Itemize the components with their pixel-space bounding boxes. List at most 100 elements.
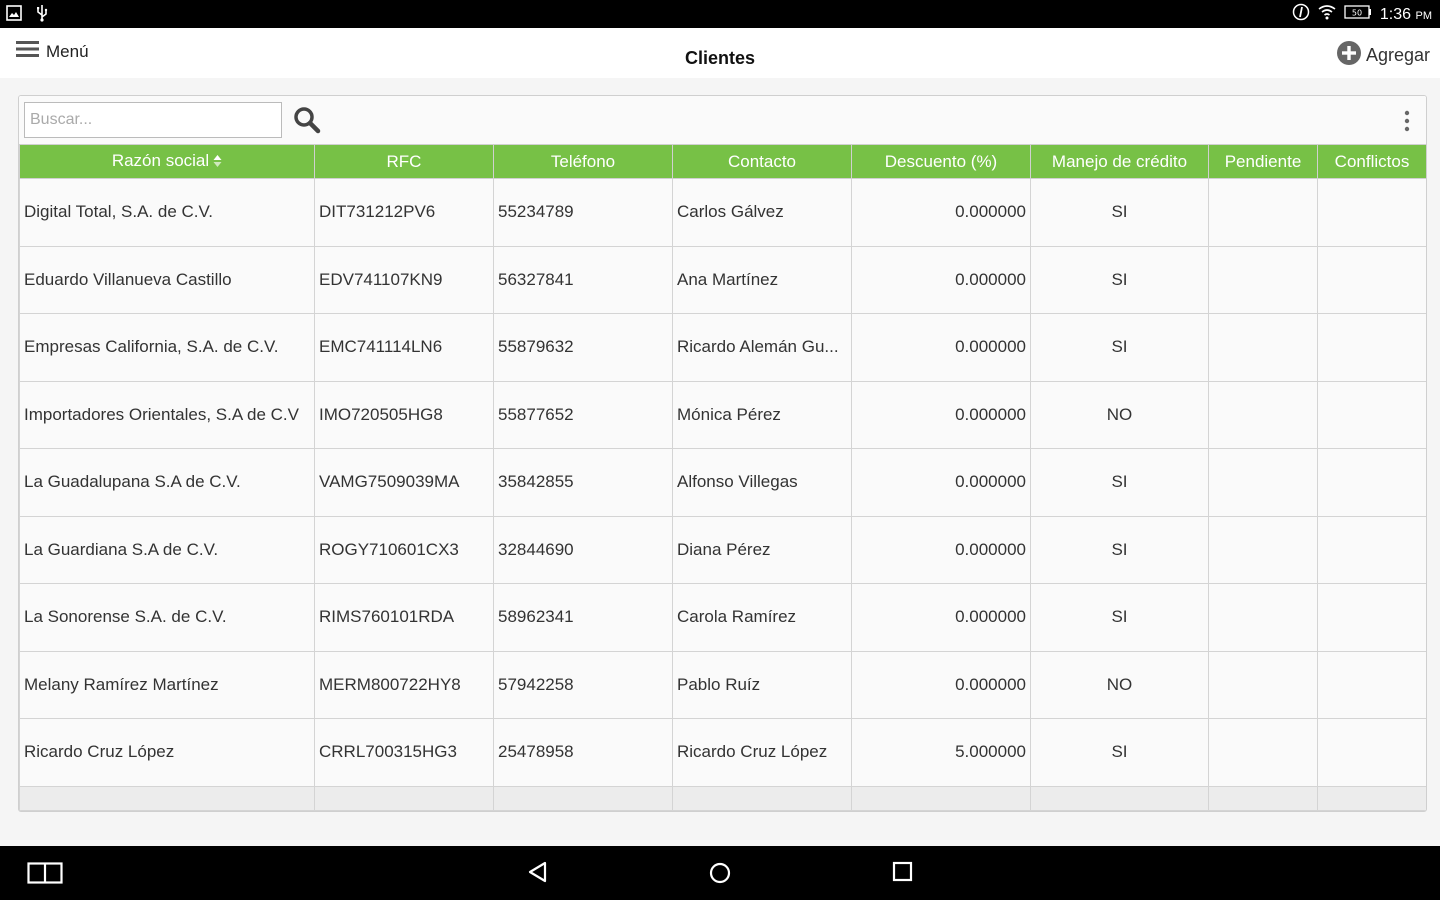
column-header-manejo-credito[interactable]: Manejo de crédito bbox=[1030, 144, 1209, 179]
footer-cell bbox=[493, 785, 673, 811]
cell-descuento: 0.000000 bbox=[851, 448, 1031, 517]
clock: 1:36 PM bbox=[1379, 5, 1432, 23]
footer-cell bbox=[1208, 785, 1318, 811]
back-icon[interactable] bbox=[527, 861, 549, 888]
cell-razon-social: La Sonorense S.A. de C.V. bbox=[19, 583, 315, 652]
column-header-descuento[interactable]: Descuento (%) bbox=[851, 144, 1031, 179]
cell-conflictos bbox=[1317, 448, 1426, 517]
cell-conflictos bbox=[1317, 718, 1426, 787]
cell-conflictos bbox=[1317, 583, 1426, 652]
cell-rfc: EMC741114LN6 bbox=[314, 313, 494, 382]
battery-icon: 50 bbox=[1344, 5, 1372, 24]
cell-telefono: 55877652 bbox=[493, 380, 673, 449]
usb-icon bbox=[34, 4, 50, 27]
cell-razon-social: La Guardiana S.A de C.V. bbox=[19, 515, 315, 584]
cell-rfc: MERM800722HY8 bbox=[314, 650, 494, 719]
table-row[interactable]: La Sonorense S.A. de C.V. RIMS760101RDA 58… bbox=[19, 583, 1426, 652]
footer-cell bbox=[1317, 785, 1426, 811]
cell-telefono: 58962341 bbox=[493, 583, 673, 652]
cell-telefono: 55234789 bbox=[493, 178, 673, 247]
cell-pendiente bbox=[1208, 313, 1318, 382]
more-vert-icon[interactable] bbox=[1404, 110, 1410, 137]
cell-rfc: ROGY710601CX3 bbox=[314, 515, 494, 584]
column-header-pendiente[interactable]: Pendiente bbox=[1208, 144, 1318, 179]
add-button[interactable]: Agregar bbox=[1336, 40, 1430, 71]
cell-pendiente bbox=[1208, 380, 1318, 449]
table-row[interactable]: Ricardo Cruz López CRRL700315HG3 25478958 R… bbox=[19, 718, 1426, 787]
sort-icon bbox=[213, 152, 222, 172]
grid-toolbar bbox=[19, 96, 1426, 144]
cell-manejo-credito: SI bbox=[1030, 515, 1209, 584]
footer-cell bbox=[19, 785, 315, 811]
cell-rfc: CRRL700315HG3 bbox=[314, 718, 494, 787]
column-header-razon-social[interactable]: Razón social bbox=[19, 144, 315, 179]
cell-razon-social: Melany Ramírez Martínez bbox=[19, 650, 315, 719]
cell-contacto: Mónica Pérez bbox=[672, 380, 852, 449]
table-header-row: Razón social RFC Teléfono Contacto Descu… bbox=[19, 144, 1426, 179]
cell-descuento: 0.000000 bbox=[851, 380, 1031, 449]
multiwindow-icon[interactable] bbox=[27, 862, 63, 889]
clients-table: Razón social RFC Teléfono Contacto Descu… bbox=[19, 144, 1426, 811]
cell-contacto: Diana Pérez bbox=[672, 515, 852, 584]
cell-pendiente bbox=[1208, 583, 1318, 652]
column-header-telefono[interactable]: Teléfono bbox=[493, 144, 673, 179]
cell-razon-social: Empresas California, S.A. de C.V. bbox=[19, 313, 315, 382]
table-row[interactable]: Digital Total, S.A. de C.V. DIT731212PV6 5… bbox=[19, 178, 1426, 247]
table-row[interactable]: Melany Ramírez Martínez MERM800722HY8 5794… bbox=[19, 650, 1426, 719]
svg-text:50: 50 bbox=[1352, 9, 1362, 18]
cell-descuento: 0.000000 bbox=[851, 515, 1031, 584]
image-icon bbox=[6, 5, 22, 26]
cell-manejo-credito: SI bbox=[1030, 583, 1209, 652]
cell-pendiente bbox=[1208, 245, 1318, 314]
cell-manejo-credito: SI bbox=[1030, 448, 1209, 517]
cell-contacto: Pablo Ruíz bbox=[672, 650, 852, 719]
cell-manejo-credito: NO bbox=[1030, 380, 1209, 449]
cell-contacto: Alfonso Villegas bbox=[672, 448, 852, 517]
navigation-bar bbox=[0, 846, 1440, 900]
cell-contacto: Ricardo Alemán Gu... bbox=[672, 313, 852, 382]
cell-rfc: RIMS760101RDA bbox=[314, 583, 494, 652]
home-icon[interactable] bbox=[708, 861, 732, 890]
cell-rfc: IMO720505HG8 bbox=[314, 380, 494, 449]
info-icon bbox=[1292, 3, 1310, 26]
cell-contacto: Carlos Gálvez bbox=[672, 178, 852, 247]
cell-telefono: 35842855 bbox=[493, 448, 673, 517]
cell-descuento: 5.000000 bbox=[851, 718, 1031, 787]
cell-descuento: 0.000000 bbox=[851, 650, 1031, 719]
cell-rfc: EDV741107KN9 bbox=[314, 245, 494, 314]
cell-conflictos bbox=[1317, 380, 1426, 449]
cell-razon-social: Digital Total, S.A. de C.V. bbox=[19, 178, 315, 247]
search-icon[interactable] bbox=[293, 106, 321, 139]
cell-conflictos bbox=[1317, 178, 1426, 247]
cell-pendiente bbox=[1208, 178, 1318, 247]
cell-razon-social: La Guadalupana S.A de C.V. bbox=[19, 448, 315, 517]
cell-telefono: 25478958 bbox=[493, 718, 673, 787]
table-row[interactable]: Eduardo Villanueva Castillo EDV741107KN9 5… bbox=[19, 245, 1426, 314]
search-input[interactable] bbox=[24, 102, 282, 138]
cell-conflictos bbox=[1317, 515, 1426, 584]
cell-pendiente bbox=[1208, 718, 1318, 787]
footer-cell bbox=[314, 785, 494, 811]
table-row[interactable]: Empresas California, S.A. de C.V. EMC7411… bbox=[19, 313, 1426, 382]
table-row[interactable]: Importadores Orientales, S.A de C.V IMO72… bbox=[19, 380, 1426, 449]
cell-telefono: 32844690 bbox=[493, 515, 673, 584]
footer-cell bbox=[1030, 785, 1209, 811]
cell-manejo-credito: NO bbox=[1030, 650, 1209, 719]
table-row[interactable]: La Guardiana S.A de C.V. ROGY710601CX3 328… bbox=[19, 515, 1426, 584]
cell-descuento: 0.000000 bbox=[851, 313, 1031, 382]
clients-panel: Razón social RFC Teléfono Contacto Descu… bbox=[18, 95, 1427, 812]
cell-manejo-credito: SI bbox=[1030, 245, 1209, 314]
table-row[interactable]: La Guadalupana S.A de C.V. VAMG7509039MA 3… bbox=[19, 448, 1426, 517]
cell-pendiente bbox=[1208, 448, 1318, 517]
column-header-rfc[interactable]: RFC bbox=[314, 144, 494, 179]
footer-cell bbox=[672, 785, 852, 811]
column-header-contacto[interactable]: Contacto bbox=[672, 144, 852, 179]
cell-contacto: Carola Ramírez bbox=[672, 583, 852, 652]
table-footer-row bbox=[19, 785, 1426, 811]
add-label: Agregar bbox=[1365, 45, 1430, 65]
cell-manejo-credito: SI bbox=[1030, 313, 1209, 382]
cell-telefono: 57942258 bbox=[493, 650, 673, 719]
cell-razon-social: Eduardo Villanueva Castillo bbox=[19, 245, 315, 314]
recents-icon[interactable] bbox=[892, 861, 914, 888]
column-header-conflictos[interactable]: Conflictos bbox=[1317, 144, 1426, 179]
